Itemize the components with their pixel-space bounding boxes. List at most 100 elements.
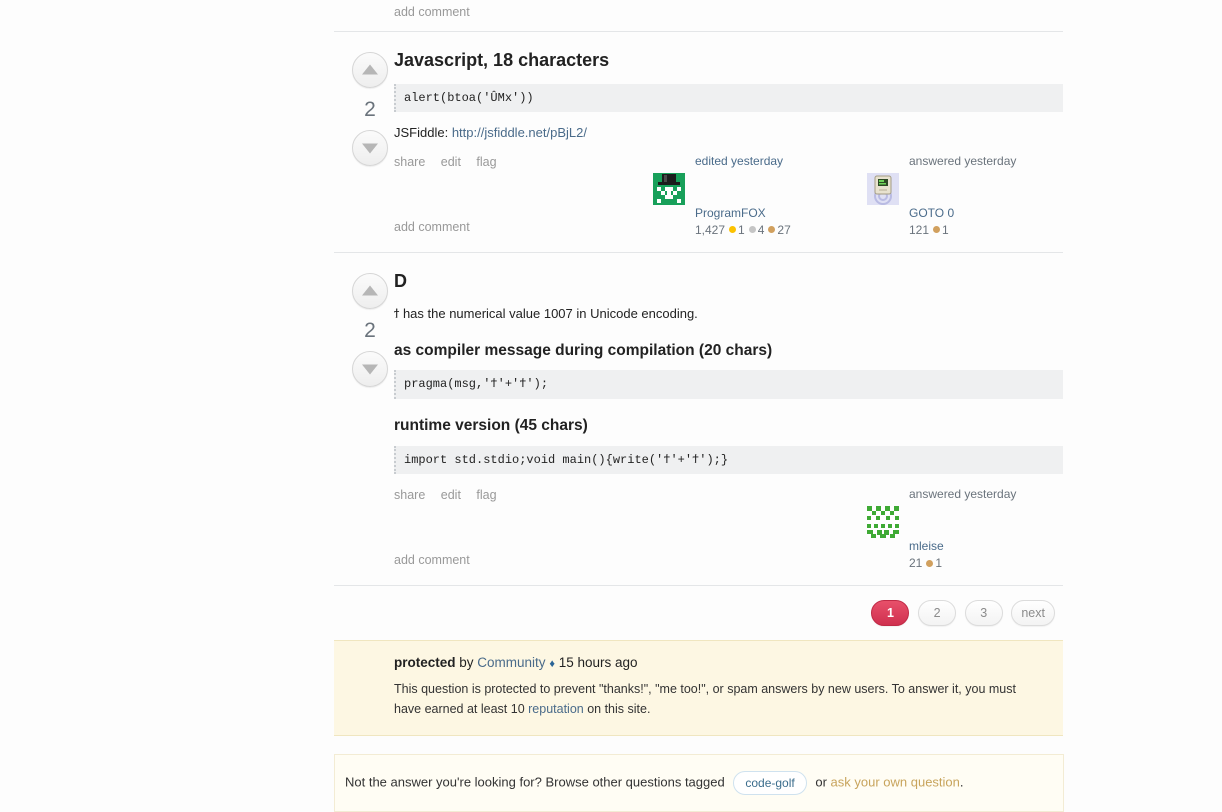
jsfiddle-label: JSFiddle: (394, 125, 452, 141)
page-button-1[interactable]: 1 (871, 600, 910, 627)
gold-badge-icon (729, 226, 737, 234)
share-button[interactable]: share (394, 488, 425, 502)
green-identicon-avatar[interactable] (867, 505, 899, 538)
post-menu: share edit flag (394, 155, 509, 169)
page-button-3[interactable]: 3 (964, 600, 1003, 627)
user-info: ProgramFOX 1,427 1 4 27 (695, 205, 849, 240)
edit-button[interactable]: edit (441, 488, 461, 502)
user-card-answerer: answered yesterday (867, 486, 1063, 572)
jsfiddle-link[interactable]: http://jsfiddle.net/pBjL2/ (452, 125, 587, 140)
reputation-link[interactable]: reputation (528, 702, 584, 716)
protected-notice: protected by Community ♦ 15 hours ago Th… (334, 640, 1063, 737)
reputation-value: 21 (909, 556, 923, 571)
answer-javascript: 2 Javascript, 18 characters alert(btoa('… (334, 32, 1063, 252)
bronze-badge-icon (768, 226, 776, 234)
user-reputation: 121 1 (909, 223, 949, 237)
add-comment-link[interactable]: add comment (394, 5, 470, 19)
ask-question-link[interactable]: ask your own question (831, 775, 960, 790)
code-block-runtime: import std.stdio;void main(){write('ϯ'+'… (394, 445, 1063, 475)
user-name-link[interactable]: ProgramFOX (695, 205, 849, 222)
user-row: mleise 21 1 (867, 505, 1063, 573)
notice-text-part2: on this site. (583, 701, 651, 716)
silver-badge-icon (748, 226, 756, 234)
downvote-button[interactable] (352, 351, 388, 388)
user-name-link[interactable]: mleise (909, 538, 1063, 555)
bronze-badge-count: 1 (942, 223, 949, 238)
section-title-compiler: as compiler message during compilation (… (394, 341, 773, 359)
vote-cell: 2 (344, 52, 396, 166)
user-info: mleise 21 1 (909, 538, 1063, 573)
protected-notice-title: protected by Community ♦ 15 hours ago (394, 655, 1063, 670)
user-reputation: 21 1 (909, 556, 942, 570)
or-label: or (815, 774, 827, 790)
user-row: ProgramFOX 1,427 1 4 27 (653, 172, 849, 240)
flag-button[interactable]: flag (476, 488, 496, 502)
notice-text-part1: This question is protected to prevent "t… (394, 682, 1016, 716)
answer-title: D (394, 271, 407, 292)
avatar-art (653, 172, 685, 205)
user-cards: answered yesterday mleise 21 1 (867, 486, 1063, 572)
user-info: GOTO 0 121 1 (909, 205, 1063, 240)
bronze-badge-icon (926, 559, 934, 567)
protected-timestamp: 15 hours ago (554, 655, 638, 671)
avatar-art (867, 505, 899, 538)
section-title-runtime: runtime version (45 chars) (394, 417, 588, 435)
vote-count: 2 (364, 98, 376, 121)
triangle-up-icon (362, 285, 378, 296)
protected-notice-body: This question is protected to prevent "t… (394, 680, 1039, 719)
answer-paragraph: ϯ has the numerical value 1007 in Unicod… (394, 305, 698, 321)
upvote-button[interactable] (352, 273, 388, 310)
code-block: alert(btoa('ÛMx')) (394, 83, 1063, 113)
answer-title: Javascript, 18 characters (394, 50, 610, 70)
flag-button[interactable]: flag (476, 155, 496, 169)
not-the-answer-bar: Not the answer you're looking for? Brows… (334, 754, 1064, 812)
reputation-value: 121 (909, 223, 930, 238)
silver-badge-count: 4 (757, 223, 765, 238)
answer-d: 2 D ϯ has the numerical value 1007 in Un… (334, 253, 1063, 585)
answer-body: D ϯ has the numerical value 1007 in Unic… (394, 271, 1063, 475)
protected-label: protected (394, 655, 456, 671)
macintosh-avatar[interactable] (867, 172, 899, 205)
vote-cell: 2 (344, 273, 396, 388)
triangle-down-icon (362, 143, 378, 154)
answers-page: add comment 2 Javascript, 18 characters … (334, 0, 1064, 812)
post-menu: share edit flag (394, 488, 509, 502)
user-name-link[interactable]: GOTO 0 (909, 205, 1063, 222)
edit-timestamp[interactable]: edited yesterday (695, 153, 849, 170)
bronze-badge-count: 1 (935, 556, 943, 571)
answer-timestamp[interactable]: answered yesterday (909, 486, 1063, 503)
edit-button[interactable]: edit (441, 155, 461, 169)
reputation-value: 1,427 (695, 223, 726, 238)
user-reputation: 1,427 1 4 27 (695, 223, 791, 237)
add-comment-link[interactable]: add comment (394, 553, 470, 567)
triangle-down-icon (362, 364, 378, 375)
by-label: by (455, 655, 478, 671)
user-row: GOTO 0 121 1 (867, 172, 1063, 240)
add-comment-row-top: add comment (334, 0, 1063, 31)
downvote-button[interactable] (352, 130, 388, 166)
gold-badge-count: 1 (738, 223, 745, 238)
share-button[interactable]: share (394, 155, 425, 169)
add-comment-link[interactable]: add comment (394, 220, 470, 234)
avatar-art (867, 172, 899, 205)
jsfiddle-line: JSFiddle: http://jsfiddle.net/pBjL2/ (394, 124, 1063, 143)
bronze-badge-count: 27 (777, 223, 791, 238)
pagination: 1 2 3 next (334, 586, 1063, 640)
community-link[interactable]: Community (477, 655, 545, 670)
browse-questions-text: Not the answer you're looking for? Brows… (345, 774, 725, 790)
tophat-identicon-avatar[interactable] (653, 172, 685, 205)
answer-timestamp[interactable]: answered yesterday (909, 153, 1063, 170)
user-card-editor: edited yesterday ProgramFOX 1,427 1 4 27 (653, 153, 849, 239)
post-signature-row: share edit flag edited yesterday Program… (394, 153, 1063, 237)
upvote-button[interactable] (352, 52, 388, 88)
code-block-compiler: pragma(msg,'ϯ'+'ϯ'); (394, 370, 1063, 400)
post-signature-row: share edit flag answered yesterday mleis… (394, 486, 1063, 570)
period: . (959, 774, 964, 790)
page-button-next[interactable]: next (1011, 600, 1055, 627)
vote-count: 2 (364, 319, 376, 343)
user-cards: edited yesterday ProgramFOX 1,427 1 4 27… (653, 153, 1063, 239)
answer-body: Javascript, 18 characters alert(btoa('ÛM… (394, 50, 1063, 143)
triangle-up-icon (362, 64, 378, 75)
page-button-2[interactable]: 2 (918, 600, 957, 627)
tag-code-golf[interactable]: code-golf (733, 771, 807, 796)
